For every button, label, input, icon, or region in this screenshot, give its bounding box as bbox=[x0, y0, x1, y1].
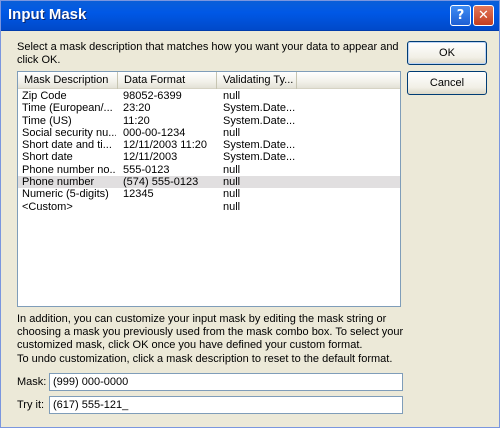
list-item[interactable]: Short date 12/11/2003 System.Date... bbox=[18, 151, 400, 163]
close-icon: ✕ bbox=[478, 8, 489, 23]
column-header-data-format[interactable]: Data Format bbox=[118, 72, 217, 89]
close-button[interactable]: ✕ bbox=[473, 5, 494, 26]
list-item-description: Phone number no... bbox=[22, 163, 116, 176]
title-bar[interactable]: Input Mask ? ✕ bbox=[1, 1, 499, 31]
help-icon: ? bbox=[456, 8, 465, 23]
list-item-type: null bbox=[223, 188, 241, 201]
list-item[interactable]: Short date and ti... 12/11/2003 11:20 Syst… bbox=[18, 139, 400, 151]
list-item-format: (574) 555-0123 bbox=[123, 176, 199, 189]
list-item[interactable]: Time (US) 11:20 System.Date... bbox=[18, 115, 400, 127]
list-header: Mask Description Data Format Validating … bbox=[18, 72, 400, 89]
list-item-type: System.Date... bbox=[223, 151, 296, 164]
mask-label: Mask: bbox=[17, 376, 47, 388]
list-item-format: 12/11/2003 bbox=[123, 151, 178, 164]
column-header-mask-description[interactable]: Mask Description bbox=[18, 72, 118, 89]
list-item-type: System.Date... bbox=[223, 102, 296, 115]
cancel-button[interactable]: Cancel bbox=[407, 71, 487, 95]
list-item-type: null bbox=[223, 126, 241, 139]
customize-help-text: In addition, you can customize your inpu… bbox=[17, 313, 404, 351]
instruction-text: Select a mask description that matches h… bbox=[17, 41, 399, 66]
list-rows: Zip Code 98052-6399 null Time (European/...… bbox=[18, 90, 400, 213]
list-item-description: Time (US) bbox=[22, 114, 72, 127]
mask-list[interactable]: Mask Description Data Format Validating … bbox=[17, 71, 401, 307]
help-button[interactable]: ? bbox=[450, 5, 471, 26]
list-item-type: null bbox=[223, 176, 241, 189]
column-header-empty bbox=[297, 72, 400, 89]
list-item[interactable]: Phone number (574) 555-0123 null bbox=[18, 176, 400, 189]
list-item-description: Short date and ti... bbox=[22, 139, 112, 152]
list-item-description: Zip Code bbox=[22, 90, 67, 102]
list-item[interactable]: Phone number no... 555-0123 null bbox=[18, 164, 400, 176]
list-item[interactable]: Numeric (5-digits) 12345 null bbox=[18, 188, 400, 200]
list-item-description: Short date bbox=[22, 151, 73, 164]
list-item-description: Time (European/... bbox=[22, 102, 113, 115]
list-item[interactable]: Social security nu... 000-00-1234 null bbox=[18, 127, 400, 139]
list-item-format: 12345 bbox=[123, 188, 154, 201]
list-item-format: 000-00-1234 bbox=[123, 126, 186, 139]
undo-help-text: To undo customization, click a mask desc… bbox=[17, 353, 393, 365]
list-item-format: 555-0123 bbox=[123, 163, 170, 176]
list-item-format: 98052-6399 bbox=[123, 90, 182, 102]
try-it-label: Try it: bbox=[17, 399, 45, 411]
list-item[interactable]: Time (European/... 23:20 System.Date... bbox=[18, 102, 400, 114]
list-item-description: Social security nu... bbox=[22, 126, 116, 139]
ok-button[interactable]: OK bbox=[407, 41, 487, 65]
list-item-type: null bbox=[223, 200, 241, 213]
input-mask-dialog: Input Mask ? ✕ Select a mask description… bbox=[0, 0, 500, 428]
list-item[interactable]: <Custom> null bbox=[18, 201, 400, 213]
list-item-description: Numeric (5-digits) bbox=[22, 188, 109, 201]
column-header-validating-type[interactable]: Validating Ty... bbox=[217, 72, 297, 89]
list-item-type: null bbox=[223, 163, 241, 176]
list-item-format: 23:20 bbox=[123, 102, 151, 115]
list-item-description: <Custom> bbox=[22, 200, 73, 213]
list-item-format: 12/11/2003 11:20 bbox=[123, 139, 208, 152]
window-title: Input Mask bbox=[8, 6, 87, 23]
list-item[interactable]: Zip Code 98052-6399 null bbox=[18, 90, 400, 102]
list-item-description: Phone number bbox=[22, 176, 95, 189]
try-it-field[interactable]: (617) 555-121_ bbox=[49, 396, 403, 414]
mask-combo[interactable]: (999) 000-0000 bbox=[49, 373, 403, 391]
list-item-format: 11:20 bbox=[123, 114, 150, 127]
list-item-type: System.Date... bbox=[223, 114, 296, 127]
list-item-type: System.Date... bbox=[223, 139, 296, 152]
list-item-type: null bbox=[223, 90, 241, 102]
